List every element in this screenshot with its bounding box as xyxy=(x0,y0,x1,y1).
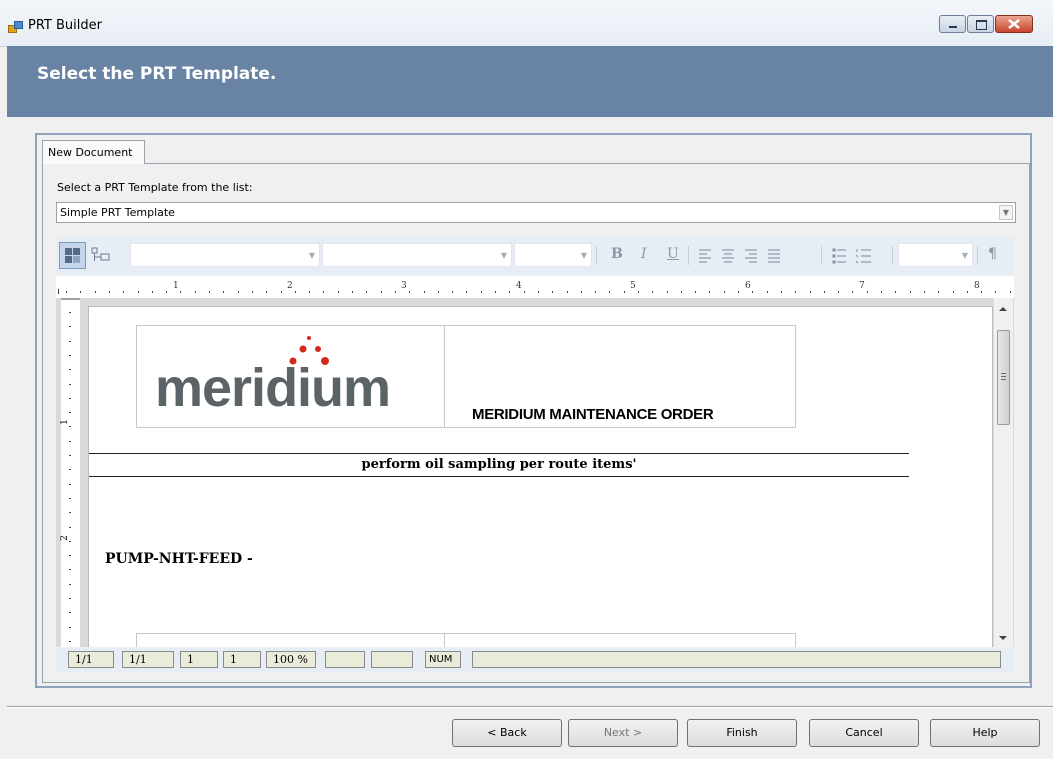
align-left-icon[interactable] xyxy=(699,249,711,263)
minimize-icon xyxy=(949,26,957,28)
insert-field-icon xyxy=(91,247,110,261)
status-zoom: 100 % xyxy=(266,651,316,668)
chevron-down-icon[interactable]: ▼ xyxy=(999,205,1013,220)
ruler-ticks xyxy=(58,289,1011,294)
toolbar-separator xyxy=(688,246,689,265)
horizontal-ruler: 1 2 3 4 5 6 7 8 xyxy=(56,276,1014,298)
paragraph-align-icons xyxy=(699,249,780,263)
status-page: 1/1 xyxy=(68,651,114,668)
ruler-number: 7 xyxy=(859,281,865,291)
status-num: NUM xyxy=(425,651,461,668)
next-button[interactable]: Next > xyxy=(568,719,678,747)
equipment-id: PUMP-NHT-FEED - xyxy=(105,551,253,567)
vertical-ruler-ticks xyxy=(61,298,80,642)
status-column: 1 xyxy=(223,651,261,668)
underline-icon[interactable]: U xyxy=(667,246,679,262)
justify-icon[interactable] xyxy=(768,249,780,263)
chevron-down-icon: ▼ xyxy=(580,251,587,260)
document-page[interactable]: meridium MERIDIUM MAINTENANCE ORDER perf… xyxy=(88,306,993,647)
zoom-combo[interactable]: ▼ xyxy=(898,243,973,267)
chevron-down-icon: ▼ xyxy=(961,251,968,260)
bold-icon[interactable]: B xyxy=(611,246,623,262)
second-table xyxy=(136,633,796,647)
numbering-icon[interactable] xyxy=(855,249,871,264)
scrollbar-thumb[interactable] xyxy=(997,330,1010,425)
logo-wordmark: meridium xyxy=(155,358,391,418)
layout-icon xyxy=(65,248,80,263)
window-title: PRT Builder xyxy=(28,18,102,33)
help-button[interactable]: Help xyxy=(930,719,1040,747)
close-icon xyxy=(1008,19,1020,29)
ruler-number: 3 xyxy=(401,281,407,291)
ruler-number: 4 xyxy=(516,281,522,291)
vruler-number: 1 xyxy=(59,419,70,425)
align-center-icon[interactable] xyxy=(722,249,734,263)
vertical-ruler: 1 2 xyxy=(59,298,80,647)
page-title: Select the PRT Template. xyxy=(37,64,277,84)
vertical-scrollbar[interactable] xyxy=(993,298,1013,647)
status-message xyxy=(472,651,1001,668)
toolbar-separator xyxy=(596,246,597,265)
cancel-button[interactable]: Cancel xyxy=(809,719,919,747)
meridium-logo: meridium xyxy=(155,331,435,426)
layout-button[interactable] xyxy=(59,242,86,269)
toolbar-separator xyxy=(821,246,822,265)
order-title: MERIDIUM MAINTENANCE ORDER xyxy=(472,406,714,423)
back-button[interactable]: < Back xyxy=(452,719,562,747)
finish-button[interactable]: Finish xyxy=(687,719,797,747)
bullets-icon[interactable] xyxy=(832,248,846,264)
tab-new-document[interactable]: New Document xyxy=(42,140,145,164)
status-empty-1 xyxy=(325,651,365,668)
editor-status-bar: 1/1 1/1 1 1 100 % NUM xyxy=(56,648,1014,672)
rule-line xyxy=(89,453,909,454)
ruler-number: 1 xyxy=(173,281,179,291)
status-line: 1 xyxy=(180,651,218,668)
rule-line xyxy=(89,476,909,477)
italic-icon[interactable]: I xyxy=(641,246,647,262)
list-icons xyxy=(832,248,871,264)
minimize-button[interactable] xyxy=(939,15,966,33)
ruler-number: 5 xyxy=(630,281,636,291)
toolbar-separator xyxy=(977,246,978,265)
wizard-header: Select the PRT Template. xyxy=(7,46,1053,117)
tab-label: New Document xyxy=(48,146,133,159)
align-right-icon[interactable] xyxy=(745,249,757,263)
chevron-down-icon: ▼ xyxy=(500,251,507,260)
close-button[interactable] xyxy=(995,15,1033,33)
template-dropdown[interactable]: Simple PRT Template ▼ xyxy=(56,202,1016,223)
template-dropdown-value: Simple PRT Template xyxy=(60,206,175,219)
button-bar-separator xyxy=(7,706,1053,707)
status-section: 1/1 xyxy=(122,651,174,668)
vruler-number: 2 xyxy=(59,535,70,541)
toolbar-separator xyxy=(892,246,893,265)
insert-field-button[interactable] xyxy=(88,242,115,269)
pilcrow-icon[interactable]: ¶ xyxy=(988,246,997,262)
maximize-icon xyxy=(976,20,987,30)
scroll-up-icon[interactable] xyxy=(994,302,1012,316)
template-select-label: Select a PRT Template from the list: xyxy=(57,181,253,194)
window-title-bar: PRT Builder xyxy=(0,0,1053,47)
ruler-number: 2 xyxy=(287,281,293,291)
editor-toolbar: ▼ ▼ ▼ B I U ▼ ¶ xyxy=(56,237,1014,275)
header-table: meridium MERIDIUM MAINTENANCE ORDER xyxy=(136,325,796,428)
status-empty-2 xyxy=(371,651,413,668)
font-name-combo[interactable]: ▼ xyxy=(322,243,512,267)
document-viewport[interactable]: 1 2 meridium MERIDIUM MAINTENANCE ORDER … xyxy=(56,298,1014,647)
font-size-combo[interactable]: ▼ xyxy=(514,243,592,267)
maximize-button[interactable] xyxy=(967,15,994,33)
chevron-down-icon: ▼ xyxy=(308,251,315,260)
ruler-number: 8 xyxy=(974,281,980,291)
app-icon xyxy=(8,21,23,33)
style-combo[interactable]: ▼ xyxy=(130,243,320,267)
order-description: perform oil sampling per route items' xyxy=(361,457,637,472)
scroll-down-icon[interactable] xyxy=(994,631,1012,645)
ruler-number: 6 xyxy=(745,281,751,291)
